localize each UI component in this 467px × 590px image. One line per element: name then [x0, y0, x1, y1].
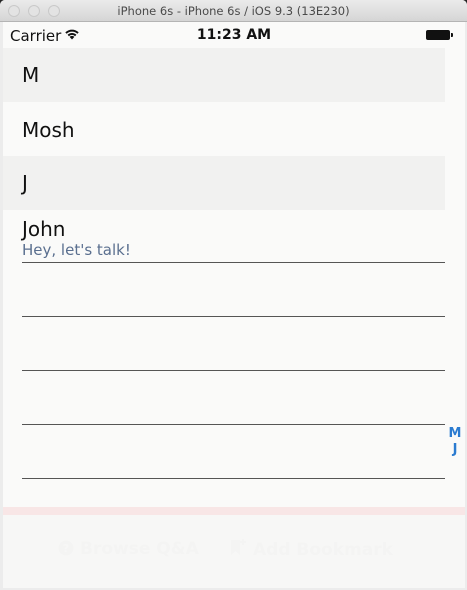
battery-icon	[426, 30, 453, 40]
window-titlebar: iPhone 6s - iPhone 6s / iOS 9.3 (13E230)	[0, 0, 467, 22]
row-separator	[22, 316, 445, 317]
bookmark-add-icon	[231, 539, 246, 555]
index-item-j[interactable]: J	[445, 442, 465, 458]
list-item-title[interactable]: Mosh	[22, 118, 75, 142]
status-time: 11:23 AM	[196, 27, 272, 43]
section-header-label: M	[22, 63, 40, 87]
section-index[interactable]: M J	[445, 426, 465, 458]
browse-qa-label: Browse Q&A	[80, 539, 199, 559]
section-header-m: M	[3, 48, 445, 102]
row-separator	[22, 262, 445, 263]
section-header-j: J	[3, 156, 445, 210]
add-bookmark-label: Add Bookmark	[253, 540, 393, 560]
status-bar: Carrier 11:23 AM	[3, 22, 465, 48]
list-item-subtitle: Hey, let's talk!	[22, 241, 131, 259]
svg-text:?: ?	[63, 542, 69, 555]
window-title: iPhone 6s - iPhone 6s / iOS 9.3 (13E230)	[117, 4, 350, 18]
row-separator	[22, 370, 445, 371]
index-item-m[interactable]: M	[445, 426, 465, 442]
list-item-title[interactable]: John	[22, 217, 66, 241]
row-separator	[22, 478, 445, 479]
row-separator	[22, 424, 445, 425]
bottom-tab-bar: ? Browse Q&A Add Bookmark	[3, 515, 465, 588]
section-header-label: J	[22, 171, 28, 195]
simulator-window: iPhone 6s - iPhone 6s / iOS 9.3 (13E230)…	[0, 0, 467, 590]
browse-qa-button[interactable]: ? Browse Q&A	[58, 539, 199, 559]
device-screen: Carrier 11:23 AM M Mosh J John Hey, let'…	[3, 22, 465, 588]
add-bookmark-button[interactable]: Add Bookmark	[229, 539, 393, 560]
help-circle-icon: ?	[58, 540, 74, 556]
tabbar-top-band	[3, 507, 465, 515]
